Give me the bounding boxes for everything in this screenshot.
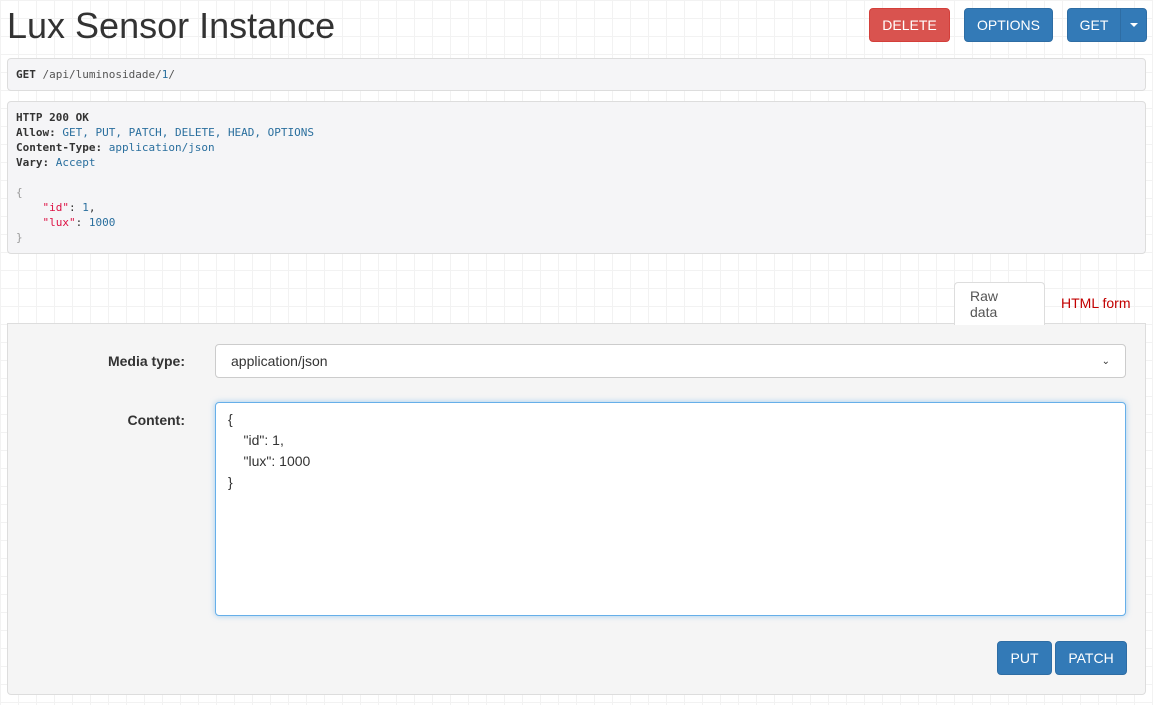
json-value: 1 [82, 201, 89, 214]
json-brace: } [16, 231, 23, 244]
get-button[interactable]: GET [1067, 8, 1121, 42]
header-value: Accept [55, 156, 96, 169]
options-button[interactable]: OPTIONS [964, 8, 1053, 42]
tab-raw-data[interactable]: Raw data [954, 282, 1045, 325]
caret-down-icon [1129, 23, 1138, 27]
raw-data-form: Media type: application/json ⌄ Content: {… [7, 323, 1146, 695]
header-name: Content-Type: [16, 141, 103, 154]
header-value: application/json [108, 141, 215, 154]
page-title: Lux Sensor Instance [7, 5, 336, 46]
media-type-select[interactable]: application/json ⌄ [215, 344, 1126, 378]
patch-button[interactable]: PATCH [1055, 641, 1127, 675]
header-name: Allow: [16, 126, 56, 139]
json-key: "lux" [42, 216, 76, 229]
response-status: HTTP 200 OK [16, 111, 89, 124]
request-method: GET [16, 68, 36, 81]
content-textarea[interactable]: { "id": 1, "lux": 1000 } [215, 402, 1126, 616]
header-value: GET, PUT, PATCH, DELETE, HEAD, OPTIONS [62, 126, 315, 139]
request-info: GET /api/luminosidade/1/ [7, 58, 1146, 91]
json-brace: { [16, 186, 23, 199]
request-path-suffix: / [168, 68, 175, 81]
json-key: "id" [42, 201, 70, 214]
request-path[interactable]: /api/luminosidade/ [43, 68, 162, 81]
header-name: Vary: [16, 156, 50, 169]
media-type-label: Media type: [107, 353, 185, 369]
response-info: HTTP 200 OK Allow: GET, PUT, PATCH, DELE… [7, 101, 1146, 254]
delete-button[interactable]: DELETE [869, 8, 950, 42]
put-button[interactable]: PUT [997, 641, 1052, 675]
json-sep: , [88, 201, 96, 214]
get-format-dropdown[interactable] [1120, 8, 1147, 42]
tab-html-form[interactable]: HTML form [1046, 282, 1145, 324]
content-label: Content: [127, 412, 185, 428]
chevron-down-icon: ⌄ [1101, 355, 1110, 367]
json-value: 1000 [88, 216, 116, 229]
media-type-value: application/json [231, 353, 328, 369]
